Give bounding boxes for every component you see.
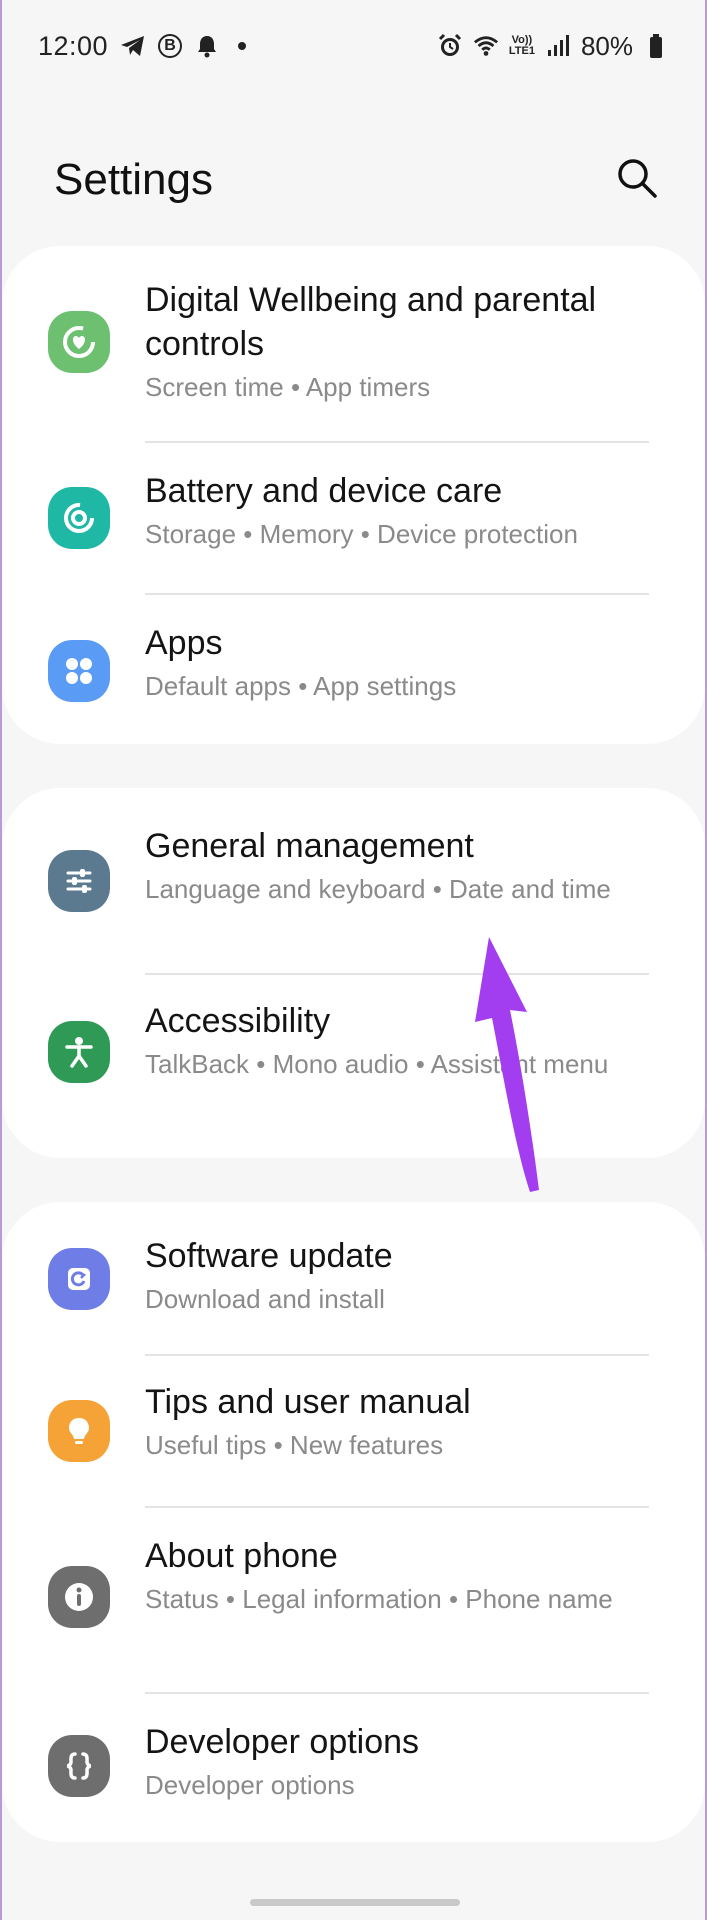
- digital-wellbeing-icon: [48, 311, 110, 373]
- item-subtitle: Developer options: [145, 1770, 355, 1800]
- search-icon: [616, 157, 658, 204]
- item-title: General management: [145, 827, 474, 865]
- wifi-icon: [473, 33, 499, 59]
- settings-item-general-management[interactable]: General management Language and keyboard…: [2, 788, 705, 973]
- settings-group-3: Software update Download and install Tip…: [2, 1202, 705, 1842]
- software-update-icon: [48, 1248, 110, 1310]
- status-left: 12:00 B: [38, 30, 247, 62]
- item-subtitle: Download and install: [145, 1284, 385, 1314]
- signal-icon: [545, 33, 571, 59]
- device-care-icon: [48, 487, 110, 549]
- apps-icon: [48, 640, 110, 702]
- tips-icon: [48, 1400, 110, 1462]
- item-title: Developer options: [145, 1723, 420, 1761]
- volte-bottom: LTE1: [508, 45, 535, 57]
- settings-item-battery-device-care[interactable]: Battery and device care Storage • Memory…: [2, 443, 705, 593]
- b-notification-icon: B: [158, 34, 183, 58]
- page-title: Settings: [54, 155, 213, 204]
- status-time: 12:00: [38, 30, 109, 61]
- settings-item-digital-wellbeing[interactable]: Digital Wellbeing and parental controls …: [2, 246, 705, 441]
- notification-bell-icon: [194, 33, 220, 59]
- settings-item-about-phone[interactable]: About phone Status • Legal information •…: [2, 1508, 705, 1692]
- item-subtitle: Status • Legal information • Phone name: [145, 1584, 613, 1614]
- home-indicator[interactable]: [250, 1899, 460, 1906]
- settings-group-2: General management Language and keyboard…: [2, 788, 705, 1158]
- battery-icon: [643, 33, 669, 59]
- settings-item-tips-user-manual[interactable]: Tips and user manual Useful tips • New f…: [2, 1356, 705, 1506]
- alarm-icon: [437, 33, 463, 59]
- item-subtitle: Screen time • App timers: [145, 372, 431, 402]
- item-title: About phone: [145, 1537, 338, 1575]
- search-button[interactable]: [609, 152, 665, 208]
- accessibility-icon: [48, 1021, 110, 1083]
- item-title: Digital Wellbeing and parental controls: [145, 281, 597, 363]
- settings-item-apps[interactable]: Apps Default apps • App settings: [2, 595, 705, 744]
- more-notifications-dot-icon: [238, 42, 247, 50]
- settings-header: Settings: [54, 140, 665, 220]
- settings-item-accessibility[interactable]: Accessibility TalkBack • Mono audio • As…: [2, 975, 705, 1158]
- general-management-icon: [48, 850, 110, 912]
- item-subtitle: Default apps • App settings: [145, 671, 457, 701]
- settings-item-software-update[interactable]: Software update Download and install: [2, 1202, 705, 1354]
- developer-options-icon: [48, 1735, 110, 1797]
- item-subtitle: Language and keyboard • Date and time: [145, 874, 611, 904]
- battery-percentage: 80%: [580, 30, 633, 61]
- item-title: Accessibility: [145, 1002, 331, 1040]
- settings-item-developer-options[interactable]: Developer options Developer options: [2, 1694, 705, 1842]
- item-subtitle: Storage • Memory • Device protection: [145, 519, 578, 549]
- about-phone-icon: [48, 1566, 110, 1628]
- item-title: Apps: [145, 624, 223, 662]
- settings-group-1: Digital Wellbeing and parental controls …: [2, 246, 705, 744]
- item-title: Software update: [145, 1237, 393, 1275]
- item-subtitle: TalkBack • Mono audio • Assistant menu: [145, 1049, 609, 1079]
- telegram-icon: [120, 33, 146, 59]
- status-bar: 12:00 B Vo)) LTE1 80%: [2, 0, 705, 92]
- item-title: Tips and user manual: [145, 1383, 471, 1421]
- volte-indicator: Vo)) LTE1: [509, 35, 535, 57]
- item-subtitle: Useful tips • New features: [145, 1430, 444, 1460]
- status-right: Vo)) LTE1 80%: [437, 31, 669, 62]
- item-title: Battery and device care: [145, 472, 503, 510]
